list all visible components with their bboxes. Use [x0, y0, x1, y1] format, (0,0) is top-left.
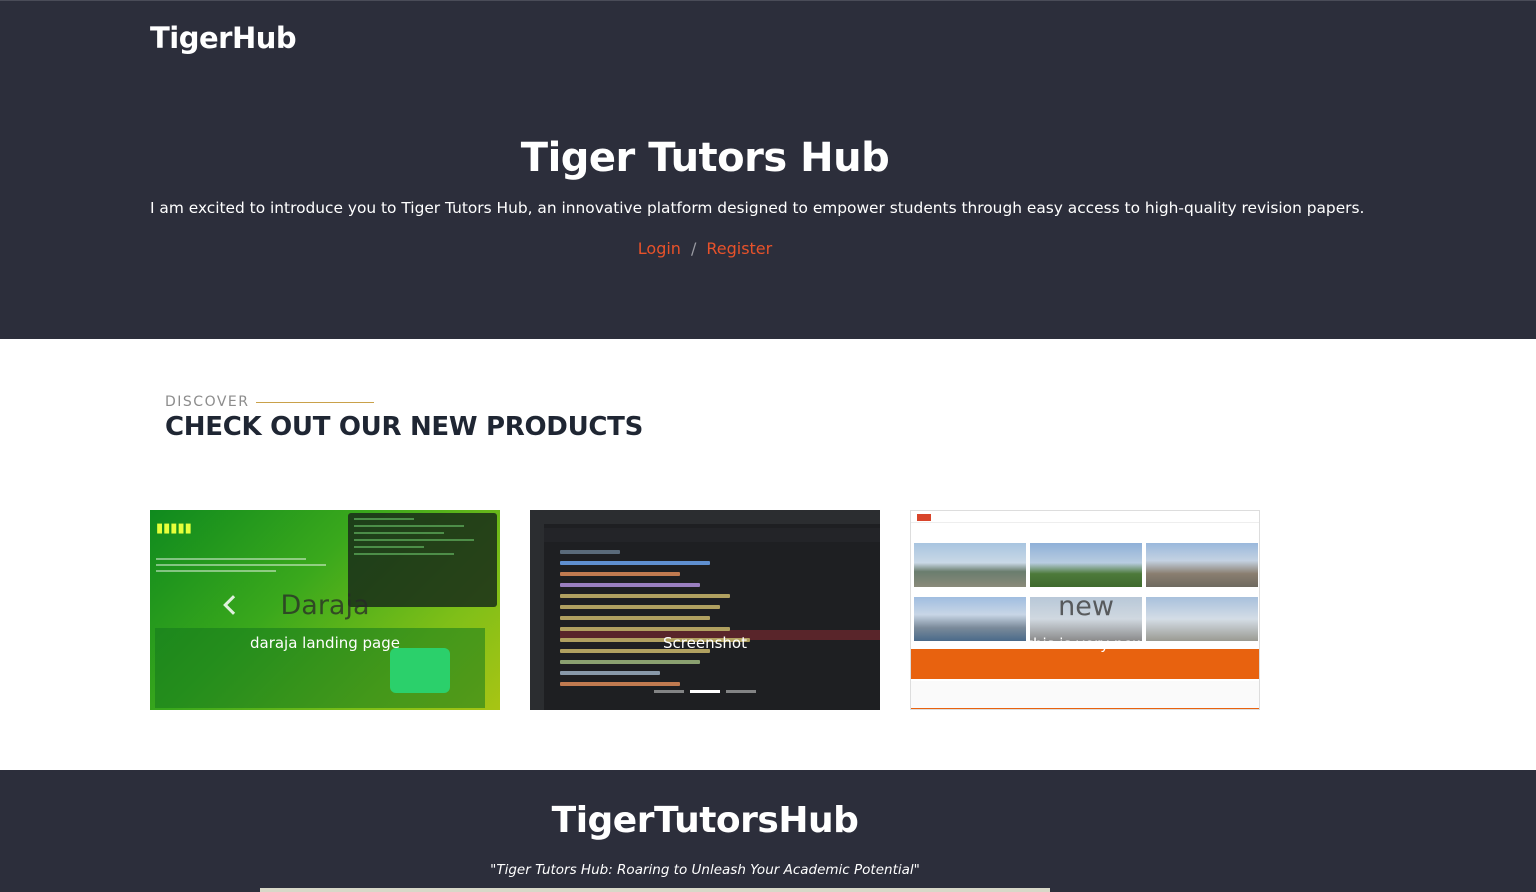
footer: TigerTutorsHub "Tiger Tutors Hub: Roarin… [0, 770, 1536, 892]
card-thumbnail-decoration [911, 649, 1259, 679]
product-card-screenshot[interactable]: Screenshot [530, 510, 880, 710]
product-card-new[interactable]: new this is very new [910, 510, 1260, 710]
register-link[interactable]: Register [706, 239, 772, 258]
section-eyebrow: DISCOVER [165, 394, 250, 410]
brand-logo[interactable]: TigerHub [150, 21, 297, 55]
product-caption: this is very new [1027, 635, 1145, 653]
product-title: Daraja [280, 590, 370, 621]
card-thumbnail-decoration [911, 681, 1259, 709]
product-title: new [1058, 591, 1114, 622]
card-thumbnail-decoration [1146, 543, 1258, 587]
card-thumbnail-decoration [530, 510, 880, 524]
card-thumbnail-decoration [156, 558, 336, 576]
card-thumbnail-decoration [911, 708, 1259, 709]
card-thumbnail-decoration [560, 550, 875, 693]
card-thumbnail-decoration [917, 514, 931, 521]
carousel-indicator[interactable] [654, 690, 684, 693]
carousel-indicator[interactable] [726, 690, 756, 693]
eyebrow-divider [256, 402, 374, 403]
card-thumbnail-decoration [390, 648, 450, 693]
footer-title: TigerTutorsHub [551, 800, 859, 841]
product-caption: Screenshot [663, 634, 747, 652]
footer-divider [260, 888, 1050, 892]
product-card-daraja[interactable]: ▮▮▮▮▮ Daraja daraja landing page [150, 510, 500, 710]
hero-description: I am excited to introduce you to Tiger T… [150, 199, 1365, 217]
login-link[interactable]: Login [638, 239, 681, 258]
card-thumbnail-decoration [1030, 543, 1142, 587]
carousel-indicators [530, 680, 880, 698]
card-thumbnail-decoration: ▮▮▮▮▮ [156, 520, 192, 535]
link-separator: / [690, 239, 697, 258]
section-title: CHECK OUT OUR NEW PRODUCTS [165, 412, 644, 442]
footer-tagline: "Tiger Tutors Hub: Roaring to Unleash Yo… [490, 862, 920, 878]
card-thumbnail-decoration [530, 528, 880, 542]
auth-links: Login / Register [0, 239, 1410, 258]
product-caption: daraja landing page [249, 634, 400, 652]
hero-section: TigerHub Tiger Tutors Hub I am excited t… [0, 0, 1536, 339]
card-thumbnail-decoration [914, 543, 1026, 587]
hero-title: Tiger Tutors Hub [520, 135, 890, 181]
carousel-indicator[interactable] [690, 690, 720, 693]
card-thumbnail-decoration [911, 511, 1259, 523]
